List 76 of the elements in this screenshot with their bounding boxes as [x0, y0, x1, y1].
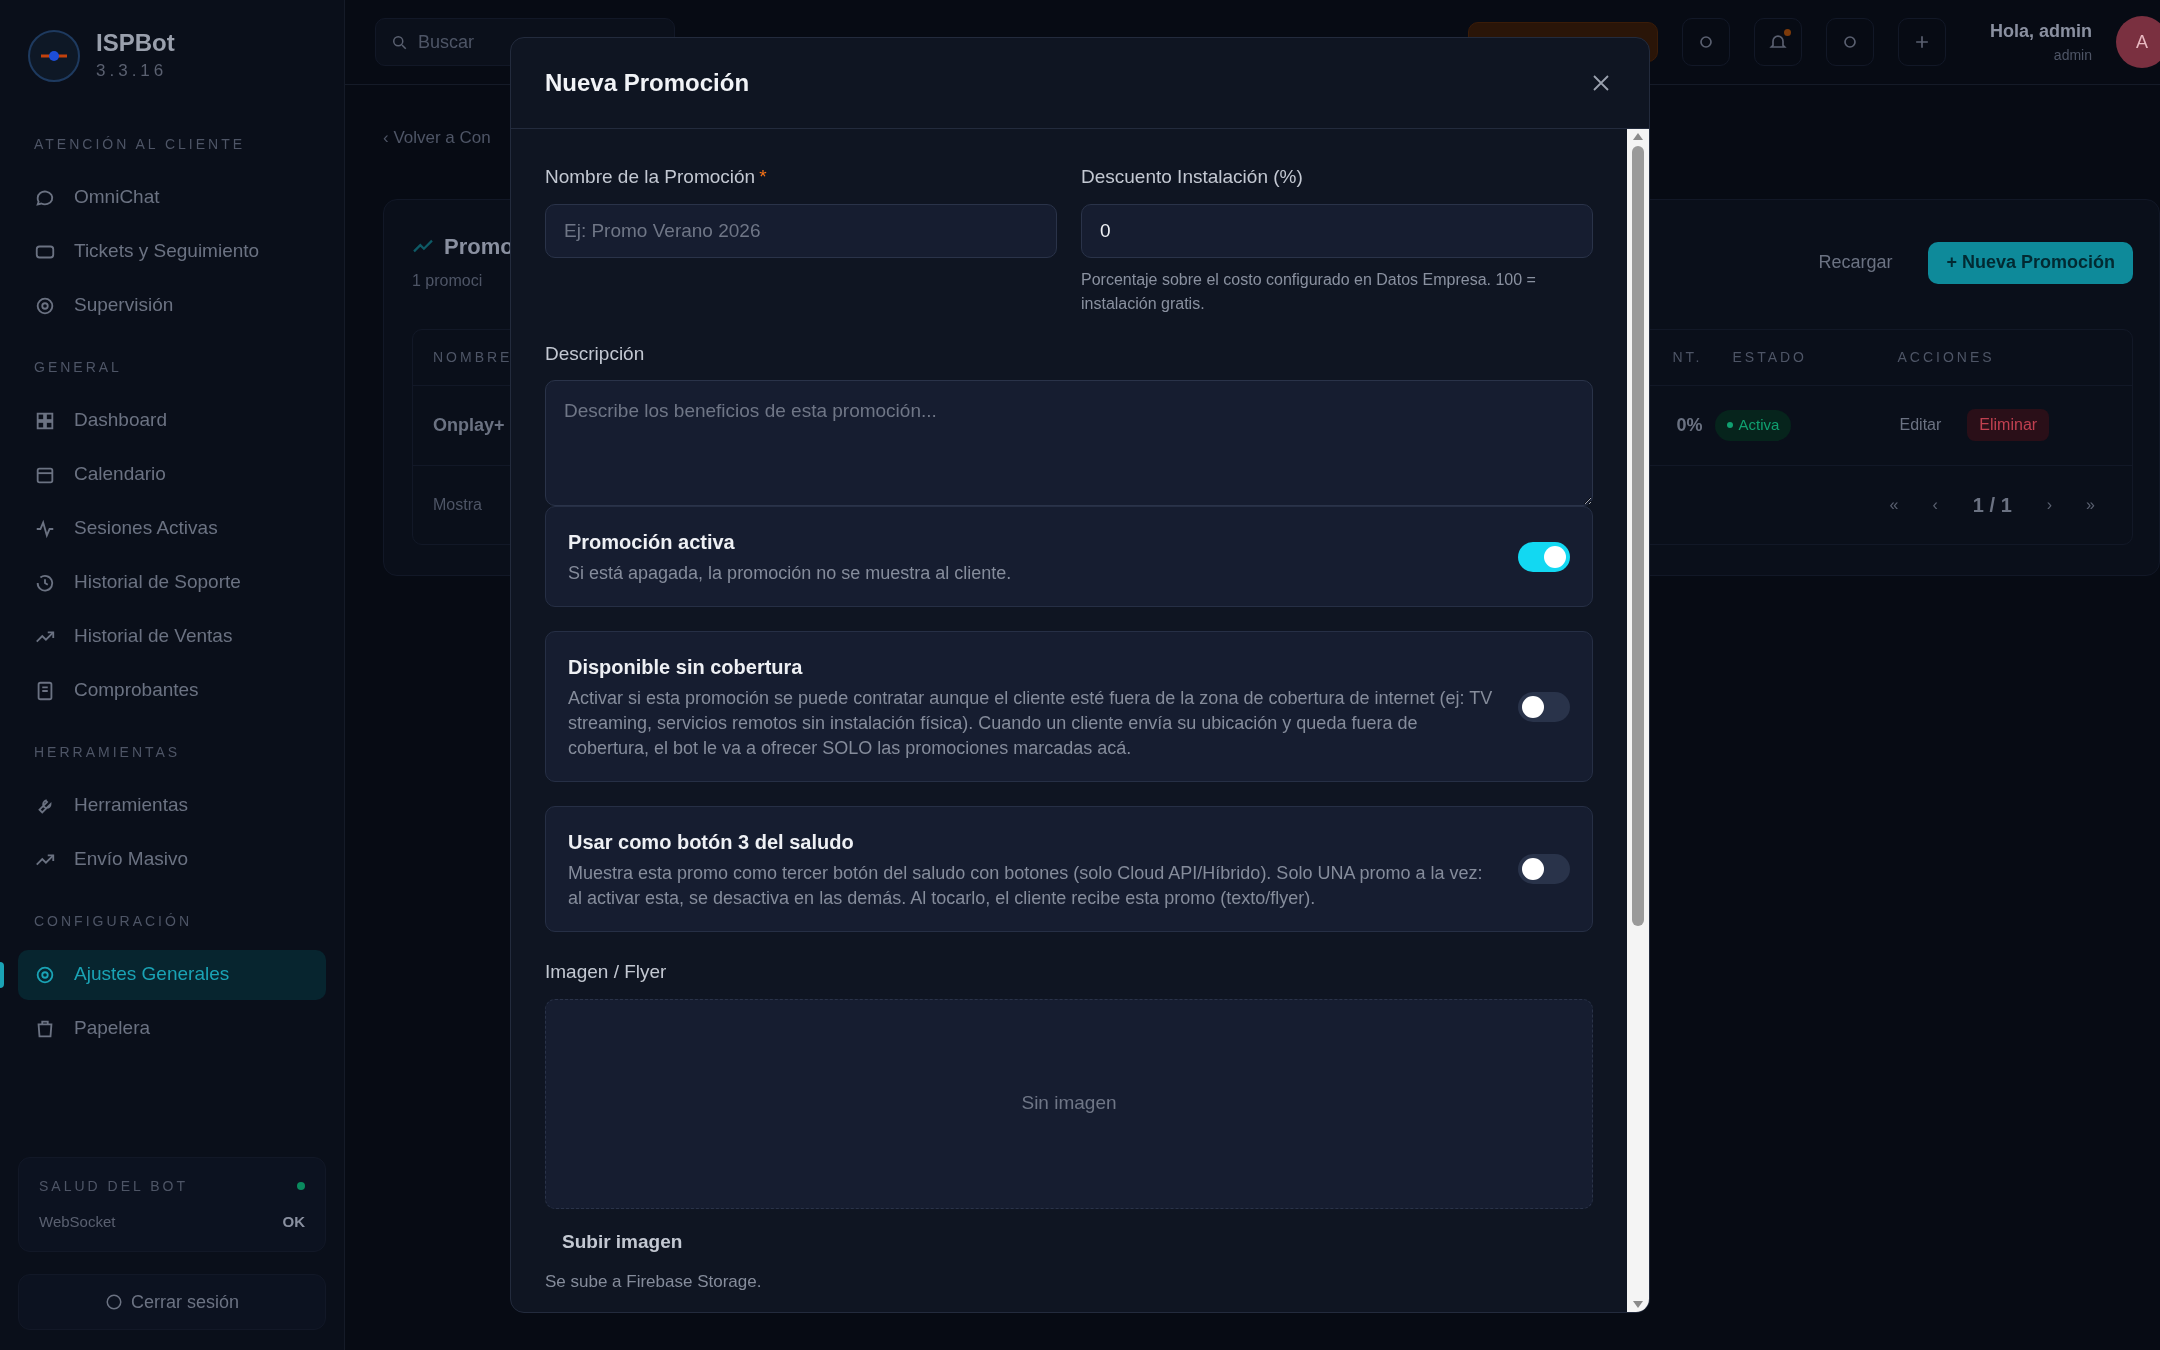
version-label: 3.3.16 [96, 60, 169, 82]
table-cell-text: 0% [1676, 413, 1704, 437]
section-heading: HERRAMIENTAS [33, 742, 182, 762]
discount-input[interactable]: 0 [1081, 203, 1593, 258]
column-header: NOMBRE [433, 347, 513, 367]
edit-button[interactable]: Editar [1885, 409, 1956, 441]
section-heading: CONFIGURACIÓN [33, 911, 193, 931]
sidebar-item[interactable]: Dashboard [18, 395, 326, 446]
column-header: NT. [1672, 347, 1704, 367]
setting-description: Muestra esta promo como tercer botón del saludo con botones (solo Cloud API/Híbrido). Solo UNA promo a la vez: al activar esta, se desactiva en las demás. Al tocarlo, el cliente recibe esta promo (texto/flyer). [568, 862, 1484, 910]
field-label: Nombre de la Promoción [545, 165, 756, 189]
required-mark: * [759, 165, 767, 189]
toggle-switch[interactable] [1518, 691, 1570, 722]
setting-description: Si está apagada, la promoción no se muestra al cliente. [568, 562, 1013, 585]
bell-icon[interactable] [1754, 18, 1802, 66]
field-label: Descripción [545, 341, 646, 366]
pager-button[interactable]: » [2069, 492, 2112, 517]
logo-icon [28, 29, 80, 82]
pulse-icon [34, 517, 56, 540]
sidebar-item[interactable]: Historial de Ventas [18, 611, 326, 662]
page-indicator: 1 / 1 [1971, 492, 2013, 518]
setting-title: Promoción activa [568, 530, 736, 555]
toggle-switch[interactable] [1518, 854, 1570, 884]
sidebar-item[interactable]: Envío Masivo [18, 834, 326, 885]
role-label: admin [2053, 46, 2092, 65]
help-text: Porcentaje sobre el costo configurado en Datos Empresa. 100 = instalación gratis. [1081, 269, 1537, 314]
table-cell-text: Onplay+ [433, 413, 505, 437]
sidebar-item[interactable]: Ajustes Generales [18, 949, 326, 1000]
scrollbar[interactable] [1627, 129, 1649, 1312]
toggle-switch[interactable] [1518, 541, 1570, 572]
pager-button[interactable]: ‹ [1915, 492, 1955, 517]
name-input[interactable]: Ej: Promo Verano 2026 [545, 203, 1057, 258]
brand-name: ISPBot [96, 28, 175, 58]
scroll-down-icon[interactable] [1633, 1301, 1643, 1308]
column-header: ACCIONES [1897, 347, 1995, 367]
sidebar-item[interactable]: OmniChat [18, 172, 326, 223]
avatar[interactable]: A [2116, 16, 2160, 68]
page-subtitle: 1 promoci [412, 270, 484, 291]
sidebar-item[interactable]: Sesiones Activas [18, 503, 326, 554]
greeting-text: Hola, admin [1990, 20, 2092, 43]
health-label: WebSocket [39, 1211, 116, 1232]
health-title: SALUD DEL BOT [39, 1176, 188, 1196]
description-textarea[interactable]: Describe los beneficios de esta promoción... [545, 380, 1593, 506]
section-heading: ATENCIÓN AL CLIENTE [33, 134, 247, 154]
new-promotion-button[interactable]: + Nueva Promoción [1928, 241, 2133, 284]
column-header: ESTADO [1732, 347, 1808, 367]
sidebar-item[interactable]: Herramientas [18, 780, 326, 831]
sidebar-item[interactable]: Tickets y Seguimiento [18, 226, 326, 277]
delete-button[interactable]: Eliminar [1967, 409, 2050, 441]
trend-icon [412, 237, 434, 255]
field-label: Descuento Instalación (%) [1081, 165, 1304, 189]
reload-button[interactable]: Recargar [1808, 241, 1903, 284]
sidebar-item[interactable]: Historial de Soporte [18, 557, 326, 608]
table-footer-text: Mostra [433, 494, 483, 515]
setting-title: Disponible sin cobertura [568, 655, 804, 680]
sidebar-item[interactable]: Calendario [18, 449, 326, 500]
search-icon [390, 33, 408, 51]
field-label: Imagen / Flyer [545, 960, 668, 984]
close-icon [1592, 74, 1610, 92]
empty-image-text: Sin imagen [1021, 1091, 1117, 1116]
image-dropzone[interactable]: Sin imagen [545, 998, 1593, 1209]
sidebar-item[interactable]: Papelera [18, 1003, 326, 1054]
help-text: Se sube a Firebase Storage. [545, 1270, 763, 1293]
scroll-up-icon[interactable] [1633, 133, 1643, 140]
logout-button[interactable]: Cerrar sesión [18, 1274, 326, 1330]
pager-button[interactable]: › [2029, 492, 2070, 517]
setting-description: Activar si esta promoción se puede contratar aunque el cliente esté fuera de la zona de cobertura de internet (ej: TV streaming, servicios remotos sin instalación física). Cuando un cliente envía su ubicación y queda fuera de cobertura, el bot le va a ofrecer SOLO las promociones marcadas acá. [568, 687, 1494, 760]
dialog-title: Nueva Promoción [545, 68, 750, 98]
upload-button[interactable]: Subir imagen [545, 1224, 700, 1261]
setting-title: Usar como botón 3 del saludo [568, 830, 855, 855]
pager-button[interactable]: « [1872, 492, 1916, 517]
sidebar-item[interactable]: Supervisión [18, 280, 326, 331]
status-badge: Activa [1714, 410, 1792, 441]
health-value: OK [282, 1211, 305, 1232]
section-heading: GENERAL [33, 357, 123, 377]
sidebar-item[interactable]: Comprobantes [18, 665, 326, 716]
